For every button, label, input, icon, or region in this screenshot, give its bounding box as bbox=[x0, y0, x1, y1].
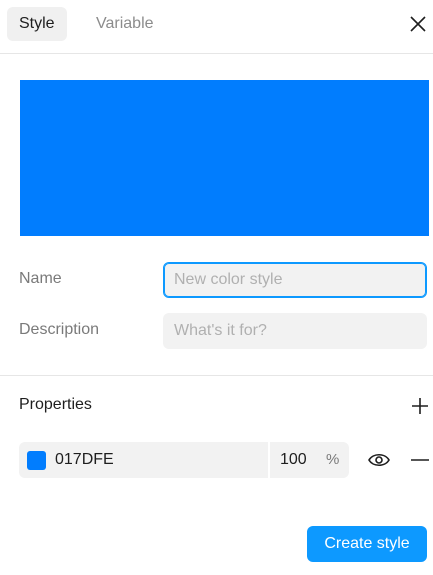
opacity-unit: % bbox=[326, 451, 340, 468]
create-style-button[interactable]: Create style bbox=[307, 526, 427, 562]
tab-variable[interactable]: Variable bbox=[84, 7, 166, 41]
eye-icon[interactable] bbox=[367, 450, 391, 470]
description-input[interactable] bbox=[163, 313, 427, 349]
plus-icon[interactable] bbox=[410, 396, 430, 416]
hex-value[interactable]: 017DFE bbox=[55, 442, 114, 478]
description-label: Description bbox=[19, 321, 100, 338]
name-label: Name bbox=[19, 270, 62, 287]
opacity-value[interactable]: 100 bbox=[280, 442, 307, 478]
name-input[interactable] bbox=[163, 262, 427, 298]
minus-icon[interactable] bbox=[410, 450, 430, 470]
close-icon[interactable] bbox=[406, 12, 430, 36]
divider bbox=[0, 375, 433, 376]
dialog-header: Style Variable bbox=[0, 0, 433, 54]
properties-title: Properties bbox=[19, 396, 92, 413]
color-property-row: 017DFE 100 % bbox=[19, 442, 349, 478]
tab-style[interactable]: Style bbox=[7, 7, 67, 41]
color-preview bbox=[20, 80, 429, 236]
field-separator bbox=[268, 442, 270, 478]
color-chip[interactable] bbox=[27, 451, 46, 470]
